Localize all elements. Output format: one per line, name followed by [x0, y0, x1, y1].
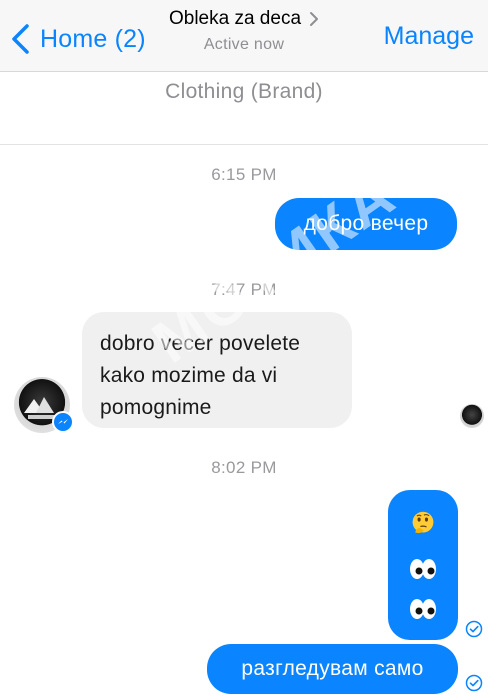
eyes-icon	[410, 559, 436, 579]
chevron-right-icon	[310, 12, 319, 26]
outgoing-message-bubble[interactable]: добро вечер	[275, 198, 457, 250]
outgoing-message-bubble[interactable]: разгледувам само	[207, 644, 458, 694]
messenger-badge-icon	[52, 411, 74, 433]
conversation-title: Obleka za deca	[168, 8, 302, 29]
outgoing-emoji-bubble[interactable]	[388, 490, 458, 640]
conversation-title-button[interactable]: Obleka za deca	[169, 8, 319, 30]
delivered-check-icon	[465, 620, 483, 638]
eyes-icon	[410, 599, 436, 619]
message-line: pomognime	[100, 396, 212, 419]
message-timestamp: 8:02 PM	[211, 458, 277, 477]
divider	[0, 144, 488, 145]
manage-button[interactable]: Manage	[384, 22, 474, 51]
navigation-bar: Home (2) Obleka za deca Active now Manag…	[0, 0, 488, 72]
thinking-face-icon	[412, 511, 434, 534]
message-line: kako mozime da vi	[100, 364, 278, 387]
incoming-message-bubble[interactable]: dobro vecer povelete kako mozime da vi p…	[82, 312, 352, 428]
message-timestamp: 6:15 PM	[211, 165, 277, 184]
page-category: Clothing (Brand)	[165, 80, 323, 103]
message-timestamp: 7:47 PM	[211, 280, 277, 299]
message-line: dobro vecer povelete	[100, 332, 301, 355]
delivered-check-icon	[465, 674, 483, 692]
seen-by-avatar	[460, 404, 484, 428]
